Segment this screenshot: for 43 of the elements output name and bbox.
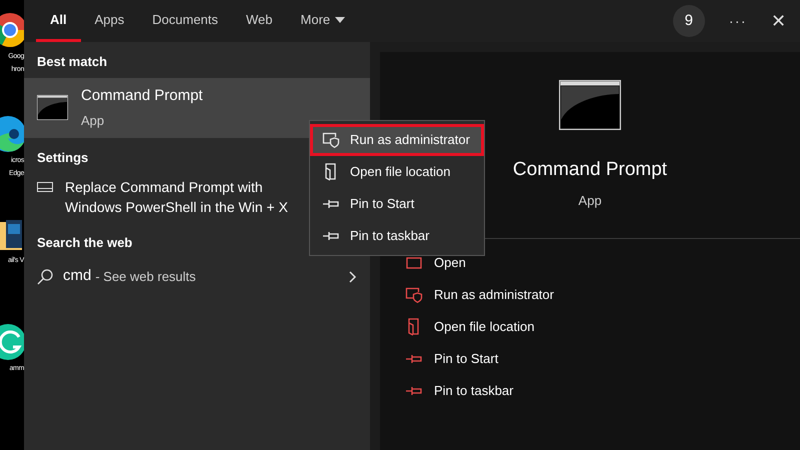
shield-icon bbox=[405, 287, 423, 303]
tab[interactable]: Web bbox=[232, 0, 287, 42]
action-item[interactable]: Pin to Start bbox=[404, 349, 800, 369]
more-button[interactable]: ··· bbox=[728, 10, 747, 32]
pin-icon bbox=[322, 230, 340, 242]
action-item[interactable]: Pin to taskbar bbox=[404, 381, 800, 401]
points-badge[interactable]: 9 bbox=[672, 5, 705, 37]
action-item[interactable]: Open bbox=[404, 253, 800, 273]
settings-item[interactable]: Replace Command Prompt with Windows PowerShell in the Win + X bbox=[24, 177, 301, 229]
action-item[interactable]: Run as administrator bbox=[404, 285, 800, 305]
tab[interactable]: Documents bbox=[138, 0, 232, 42]
tab[interactable]: Apps bbox=[80, 0, 138, 42]
result-subtitle: App bbox=[81, 112, 106, 130]
web-search-item[interactable]: cmd - See web results bbox=[24, 264, 370, 288]
section-heading: Search the web bbox=[36, 234, 134, 252]
terminal-icon bbox=[559, 80, 621, 130]
menu-item[interactable]: Open file location bbox=[310, 156, 484, 188]
tab[interactable]: More bbox=[286, 0, 360, 42]
window-icon bbox=[406, 257, 422, 269]
search-icon bbox=[37, 268, 53, 284]
pin-icon bbox=[322, 198, 340, 210]
web-results-hint: - See web results bbox=[95, 268, 196, 286]
query-text: cmd bbox=[63, 266, 92, 286]
app-icon[interactable] bbox=[0, 322, 24, 362]
result-title: Command Prompt bbox=[81, 86, 203, 106]
document-icon bbox=[407, 318, 421, 336]
document-icon bbox=[324, 163, 338, 181]
shield-icon bbox=[322, 132, 340, 148]
menu-item[interactable]: Pin to taskbar bbox=[310, 220, 484, 252]
pin-icon bbox=[405, 353, 423, 365]
chevron-right-icon bbox=[349, 270, 357, 282]
action-item[interactable]: Open file location bbox=[404, 317, 800, 337]
section-heading: Settings bbox=[36, 148, 90, 167]
keyboard-icon bbox=[37, 182, 53, 192]
close-button[interactable]: ✕ bbox=[771, 8, 786, 34]
pin-icon bbox=[405, 385, 423, 397]
menu-item[interactable]: Pin to Start bbox=[310, 188, 484, 220]
section-heading: Best match bbox=[36, 53, 108, 71]
app-type: App bbox=[578, 192, 602, 210]
menu-item[interactable]: Run as administrator bbox=[310, 124, 484, 156]
browser-icon[interactable] bbox=[0, 114, 24, 154]
app-title: Command Prompt bbox=[512, 158, 668, 182]
terminal-icon bbox=[37, 95, 68, 120]
